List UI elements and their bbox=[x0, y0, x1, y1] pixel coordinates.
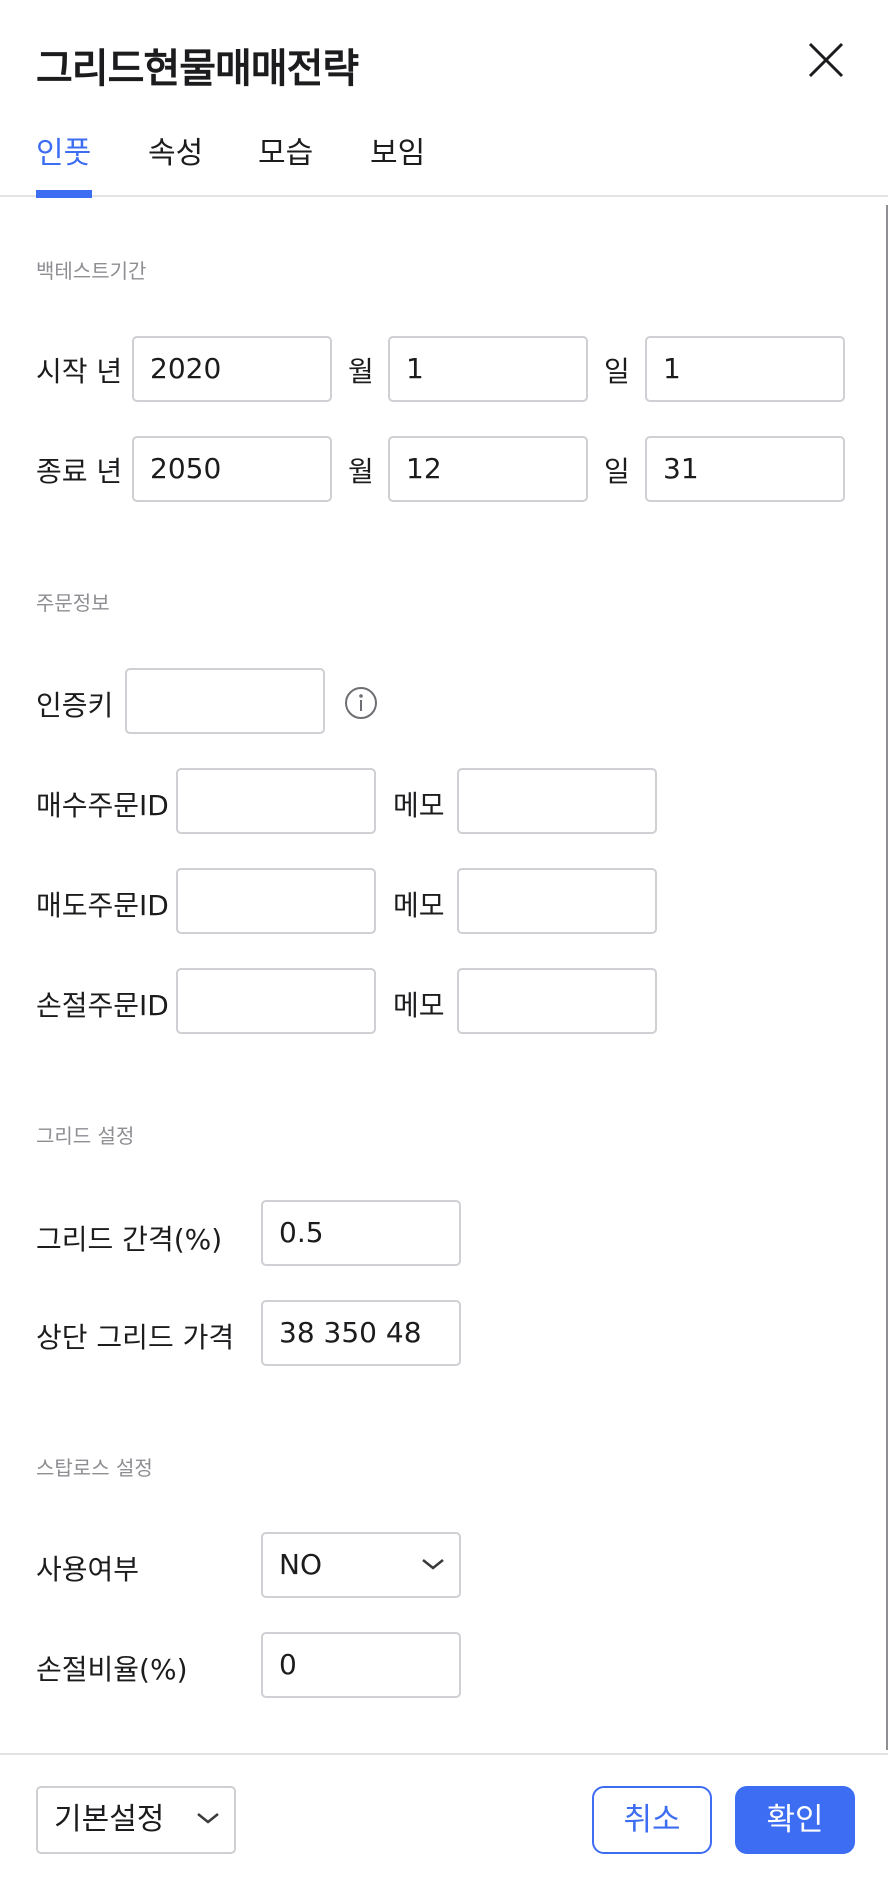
stop-order-id-input[interactable] bbox=[176, 968, 376, 1034]
sell-memo-input[interactable] bbox=[457, 868, 657, 934]
end-day-input[interactable]: 31 bbox=[645, 436, 845, 502]
end-month-input[interactable]: 12 bbox=[388, 436, 588, 502]
section-order-title: 주문정보 bbox=[36, 591, 110, 615]
start-day-label: 일 bbox=[604, 355, 630, 388]
tab-input[interactable]: 인풋 bbox=[36, 128, 91, 172]
footer-divider bbox=[0, 1753, 888, 1755]
grid-interval-label: 그리드 간격(%) bbox=[36, 1223, 223, 1256]
tabs-divider bbox=[0, 195, 888, 197]
confirm-button[interactable]: 확인 bbox=[735, 1786, 855, 1854]
info-icon[interactable] bbox=[344, 686, 378, 720]
close-button[interactable] bbox=[806, 40, 846, 80]
end-day-label: 일 bbox=[604, 455, 630, 488]
stoploss-ratio-label: 손절비율(%) bbox=[36, 1653, 188, 1686]
use-stoploss-select[interactable]: NO bbox=[261, 1532, 461, 1598]
sell-memo-label: 메모 bbox=[393, 889, 445, 922]
strategy-settings-dialog: 그리드현물매매전략 인풋 속성 모습 보임 백테스트기간 시작 년 2020 월… bbox=[0, 0, 888, 1884]
auth-key-input[interactable] bbox=[125, 668, 325, 734]
active-tab-indicator bbox=[36, 190, 92, 198]
start-year-input[interactable]: 2020 bbox=[132, 336, 332, 402]
buy-order-id-label: 매수주문ID bbox=[36, 789, 169, 822]
end-year-label: 종료 년 bbox=[36, 455, 123, 488]
cancel-button[interactable]: 취소 bbox=[592, 1786, 712, 1854]
end-year-input[interactable]: 2050 bbox=[132, 436, 332, 502]
chevron-down-icon bbox=[197, 1813, 219, 1824]
tab-appearance[interactable]: 모습 bbox=[258, 128, 313, 172]
stop-order-id-label: 손절주문ID bbox=[36, 989, 169, 1022]
section-backtest-title: 백테스트기간 bbox=[36, 259, 147, 283]
use-stoploss-label: 사용여부 bbox=[36, 1553, 140, 1586]
buy-order-id-input[interactable] bbox=[176, 768, 376, 834]
start-year-label: 시작 년 bbox=[36, 355, 123, 388]
buy-memo-input[interactable] bbox=[457, 768, 657, 834]
section-grid-title: 그리드 설정 bbox=[36, 1124, 135, 1148]
stop-memo-input[interactable] bbox=[457, 968, 657, 1034]
dialog-title: 그리드현물매매전략 bbox=[36, 46, 359, 92]
preset-value: 기본설정 bbox=[54, 1802, 165, 1837]
sell-order-id-input[interactable] bbox=[176, 868, 376, 934]
tab-properties[interactable]: 속성 bbox=[148, 128, 203, 172]
close-icon bbox=[808, 42, 844, 78]
end-month-label: 월 bbox=[348, 455, 374, 488]
use-stoploss-value: NO bbox=[279, 1548, 322, 1581]
grid-interval-input[interactable]: 0.5 bbox=[261, 1200, 461, 1266]
start-month-input[interactable]: 1 bbox=[388, 336, 588, 402]
chevron-down-icon bbox=[422, 1559, 444, 1570]
upper-grid-price-input[interactable]: 38 350 48 bbox=[261, 1300, 461, 1366]
start-month-label: 월 bbox=[348, 355, 374, 388]
auth-key-label: 인증키 bbox=[36, 689, 114, 722]
stop-memo-label: 메모 bbox=[393, 989, 445, 1022]
preset-select[interactable]: 기본설정 bbox=[36, 1786, 236, 1854]
upper-grid-price-label: 상단 그리드 가격 bbox=[36, 1321, 235, 1354]
section-stoploss-title: 스탑로스 설정 bbox=[36, 1456, 153, 1480]
buy-memo-label: 메모 bbox=[393, 789, 445, 822]
sell-order-id-label: 매도주문ID bbox=[36, 889, 169, 922]
stoploss-ratio-input[interactable]: 0 bbox=[261, 1632, 461, 1698]
tab-visibility[interactable]: 보임 bbox=[370, 128, 425, 172]
start-day-input[interactable]: 1 bbox=[645, 336, 845, 402]
